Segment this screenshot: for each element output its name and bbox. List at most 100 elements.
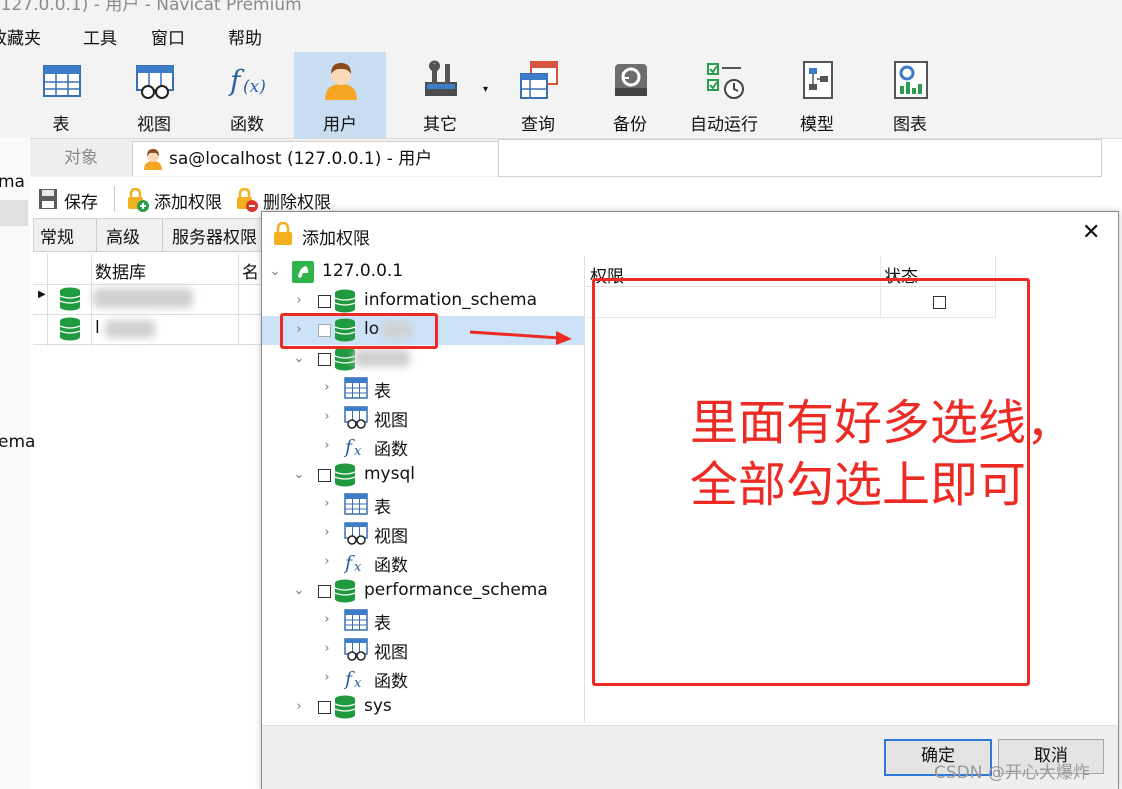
save-button[interactable]: 保存 [38, 186, 118, 213]
tree-node-object-group[interactable]: › 表 [262, 490, 584, 519]
chevron-right-icon[interactable]: › [320, 553, 334, 571]
menu-tools[interactable]: 工具 [83, 24, 117, 49]
view-icon [344, 406, 368, 429]
chevron-down-icon[interactable]: ⌄ [292, 466, 306, 484]
tab-advanced[interactable]: 高级 [106, 223, 140, 248]
chevron-right-icon[interactable]: › [320, 437, 334, 455]
function-icon: fx [344, 436, 362, 458]
annotation-arrow-icon [469, 330, 572, 345]
toolbar-divider [114, 186, 115, 212]
tree-node-label: performance_schema [364, 580, 548, 600]
chevron-right-icon[interactable]: › [292, 292, 306, 310]
tree-node-object-group[interactable]: › 视图 [262, 519, 584, 548]
redacted-text [105, 320, 155, 338]
row-pointer-icon: ▶ [38, 289, 46, 300]
chevron-right-icon[interactable]: › [320, 640, 334, 658]
tab-server-privileges[interactable]: 服务器权限 [172, 223, 257, 248]
grid-col-database: 数据库 [95, 263, 146, 283]
tree-node-object-group[interactable]: › f x 函数 [262, 664, 584, 693]
tree-checkbox[interactable] [318, 469, 331, 482]
chevron-right-icon[interactable]: › [320, 408, 334, 426]
watermark: CSDN @开心大爆炸 [934, 763, 1090, 783]
editor-subtabs: 常规 高级 服务器权限 [33, 218, 267, 252]
tree-node-object-group[interactable]: › 表 [262, 606, 584, 635]
server-connection-icon [292, 261, 314, 283]
chevron-right-icon[interactable]: › [320, 379, 334, 397]
lock-add-icon [128, 188, 149, 212]
toolbar-user-button[interactable]: 用户 [294, 52, 386, 138]
close-icon[interactable]: ✕ [1082, 220, 1100, 245]
chevron-right-icon[interactable]: › [320, 524, 334, 542]
toolbar-chart-label: 图表 [893, 115, 927, 135]
toolbar-chart-button[interactable]: 图表 [864, 52, 956, 138]
toolbar-table-label: 表 [52, 115, 70, 135]
chevron-right-icon[interactable]: › [292, 698, 306, 716]
toolbar-other-button[interactable]: 其它 [394, 52, 486, 138]
database-icon [334, 463, 356, 487]
navigator-item-fragment[interactable]: ma [0, 172, 25, 192]
tree-node-object-group[interactable]: › f x 函数 [262, 548, 584, 577]
annotation-line-1: 里面有好多选线， [690, 395, 1075, 451]
tree-checkbox[interactable] [318, 585, 331, 598]
chevron-down-icon[interactable]: ⌄ [268, 263, 282, 281]
delete-privilege-button[interactable]: 删除权限 [235, 186, 345, 213]
chevron-right-icon[interactable]: › [320, 669, 334, 687]
tree-node-label: mysql [364, 464, 415, 484]
schedule-icon [707, 63, 744, 99]
toolbar-backup-button[interactable]: 备份 [584, 52, 676, 138]
database-icon [334, 695, 356, 719]
tab-user-editor[interactable]: sa@localhost (127.0.0.1) - 用户 [132, 141, 500, 176]
tree-node-database[interactable]: ⌄ [262, 345, 584, 374]
grid-col-name: 名 [242, 263, 259, 283]
tree-node-database[interactable]: ⌄ performance_schema [262, 577, 584, 606]
table-row[interactable]: ▶ [33, 284, 265, 315]
user-icon [325, 63, 357, 100]
toolbar-view-button[interactable]: 视图 [108, 52, 200, 138]
tab-general[interactable]: 常规 [40, 223, 74, 248]
function-icon: f (x) [228, 64, 266, 97]
tree-checkbox[interactable] [318, 295, 331, 308]
annotation-text: 里面有好多选线， 全部勾选上即可 [690, 392, 1074, 516]
toolbar-table-button[interactable]: 表 [15, 52, 107, 138]
tree-node-label: 视图 [374, 643, 408, 663]
tree-node-object-group[interactable]: › 视图 [262, 403, 584, 432]
navigator-item-fragment-2[interactable]: ema [0, 432, 35, 452]
chevron-down-icon[interactable]: ⌄ [292, 582, 306, 600]
annotation-line-2: 全部勾选上即可 [690, 457, 1027, 513]
view-icon [136, 65, 174, 99]
chevron-down-icon[interactable]: ⌄ [292, 350, 306, 368]
tree-node-object-group[interactable]: › 表 [262, 374, 584, 403]
toolbar-function-button[interactable]: f (x) 函数 [201, 52, 293, 138]
svg-text:(x): (x) [243, 77, 266, 97]
navigator-selected-row[interactable] [0, 200, 28, 226]
chevron-right-icon[interactable]: › [320, 611, 334, 629]
database-icon [334, 579, 356, 603]
menu-favorites[interactable]: 收藏夹 [0, 24, 41, 49]
table-row[interactable]: l [33, 314, 265, 345]
tree-node-object-group[interactable]: › 视图 [262, 635, 584, 664]
database-icon [334, 289, 356, 313]
menu-help[interactable]: 帮助 [228, 24, 262, 49]
toolbar-model-button[interactable]: 模型 [771, 52, 863, 138]
tab-objects-label: 对象 [64, 148, 98, 168]
save-label: 保存 [64, 193, 98, 213]
tree-node-database[interactable]: ⌄ mysql [262, 461, 584, 490]
tree-root[interactable]: ⌄ 127.0.0.1 [262, 258, 584, 287]
tree-checkbox[interactable] [318, 353, 331, 366]
toolbar-other-label: 其它 [423, 115, 457, 135]
tab-objects[interactable]: 对象 [30, 141, 132, 175]
toolbar-autorun-button[interactable]: 自动运行 [678, 52, 770, 138]
main-toolbar: 表 视图 f (x) 函数 用户 其它 ▾ 查询 备份 自动运行 模型 图表 [0, 52, 1122, 139]
add-privilege-button[interactable]: 添加权限 [126, 186, 230, 213]
dropdown-arrow-icon[interactable]: ▾ [483, 84, 488, 95]
menu-window[interactable]: 窗口 [151, 24, 185, 49]
tree-checkbox[interactable] [318, 701, 331, 714]
tree-node-object-group[interactable]: › f x 函数 [262, 432, 584, 461]
chevron-right-icon[interactable]: › [320, 495, 334, 513]
toolbar-query-button[interactable]: 查询 [492, 52, 584, 138]
tree-node-database[interactable]: › sys [262, 693, 584, 722]
grid-header: 数据库 名 [33, 254, 265, 346]
svg-text:x: x [354, 676, 362, 690]
tree-node-database[interactable]: › information_schema [262, 287, 584, 316]
toolbar-autorun-label: 自动运行 [690, 115, 758, 135]
